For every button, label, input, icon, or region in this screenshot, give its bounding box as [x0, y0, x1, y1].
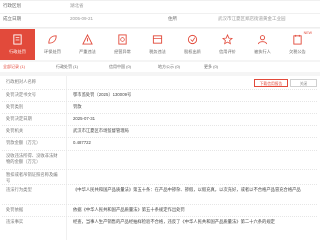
detail-row: 违法行为类型 《中华人民共和国产品质量法》第五十条：在产品中掺杂、掺假，以假充真…: [2, 184, 317, 205]
row-label: 违法行为类型: [6, 187, 32, 192]
new-badge: NEW: [303, 31, 312, 35]
filter-credit-china[interactable]: 信用中国 (0): [109, 64, 131, 70]
person-icon: [257, 35, 268, 45]
detail-row: 没收违法所得、没收非法财物的金额（万元）: [2, 150, 317, 170]
tab-equity-pledge[interactable]: 股权出质: [175, 29, 210, 60]
tab-serious-violation[interactable]: 严重违法: [70, 29, 105, 60]
address-label: 住所: [168, 16, 177, 21]
tab-label: 行政处罚: [9, 49, 26, 54]
row-label: 违法事实: [6, 219, 24, 224]
tab-label: 经营异常: [114, 49, 131, 54]
download-report-button[interactable]: 下载信用报告: [254, 79, 288, 87]
row-value: 依据《中华人民共和国产品质量法》第五十条规定作出处罚: [73, 207, 185, 212]
filter-all[interactable]: 全部记录 (1): [3, 64, 25, 70]
detail-row: 违法事实 经查，当事人生产销售的产品经抽样检验不合格，违反了《中华人民共和国产品…: [2, 216, 317, 240]
region-label: 行政区划: [3, 3, 21, 8]
region-value: 湖北省: [70, 3, 84, 8]
row-label: 处罚机关: [6, 128, 24, 133]
company-info-header: 行政区划 湖北省 成立日期 2005-09-21 住所 武汉市江夏区郑店街道黄金…: [0, 0, 320, 28]
tab-label: 信用评价: [219, 49, 236, 54]
row-value: 0.487722: [73, 140, 91, 145]
penalty-detail-panel: 行政相对人名称 下载信用报告 关闭 处罚决定书文号 鄂市监处罚〔2025〕130…: [0, 76, 320, 240]
tab-business-abnormal[interactable]: 经营异常: [105, 29, 140, 60]
info-row-2: 成立日期 2005-09-21 住所 武汉市江夏区郑店街道黄金工业园: [0, 13, 320, 27]
established-date-label: 成立日期: [3, 16, 21, 21]
tab-label: 被执行人: [254, 49, 271, 54]
row-value: 经查，当事人生产销售的产品经抽样检验不合格，违反了《中华人民共和国产品质量法》第…: [73, 219, 275, 224]
warning-icon: [82, 34, 93, 45]
row-label: 处罚决定书文号: [6, 92, 37, 97]
close-button[interactable]: 关闭: [290, 79, 317, 87]
tab-credit-rating[interactable]: 信用评价: [210, 29, 245, 60]
risk-category-tabs: 行政处罚 环保处罚 严重违法 经营异常 税务违法 股权出质 信用评价 被执行人 …: [0, 29, 320, 60]
tab-label: 股权出质: [184, 49, 201, 54]
detail-row: 行政相对人名称 下载信用报告 关闭: [2, 76, 317, 90]
document-icon: [118, 34, 127, 45]
filter-more[interactable]: 更多 (0): [204, 64, 218, 70]
record-filter-bar: 全部记录 (1) 行政处罚 (1) 信用中国 (0) 地方公示 (0) 更多 (…: [0, 62, 320, 72]
filter-local[interactable]: 地方公示 (0): [158, 64, 180, 70]
star-icon: [222, 34, 233, 45]
row-value: 罚款: [73, 104, 82, 109]
established-date-value: 2005-09-21: [70, 16, 94, 21]
row-label: 行政相对人名称: [6, 79, 37, 84]
row-value: 武汉市江夏区市场监督管理局: [73, 128, 129, 133]
detail-row: 罚款金额（万元） 0.487722: [2, 137, 317, 151]
row-label: 处罚依据: [6, 207, 24, 212]
penalty-icon: [13, 34, 22, 45]
leaf-icon: [48, 35, 57, 44]
row-value: 2025-07-31: [73, 116, 95, 121]
row-label: 没收违法所得、没收非法财物的金额（万元）: [6, 153, 58, 164]
tab-label: 欠税公告: [289, 49, 306, 54]
tab-environmental-penalty[interactable]: 环保处罚: [35, 29, 70, 60]
tab-tax-arrears-notice[interactable]: NEW 欠税公告: [280, 29, 315, 60]
tab-label: 税务违法: [149, 49, 166, 54]
tab-label: 严重违法: [79, 49, 96, 54]
detail-row: 暂扣或者吊销证照名称及编号: [2, 169, 317, 185]
address-value: 武汉市江夏区郑店街道黄金工业园: [218, 16, 286, 21]
row-value: 《中华人民共和国产品质量法》第五十条：在产品中掺杂、掺假，以假充真，以次充好，或…: [73, 187, 301, 192]
tab-administrative-penalty[interactable]: 行政处罚: [0, 29, 35, 60]
row-label: 处罚决定日期: [6, 116, 32, 121]
pledge-icon: [187, 34, 198, 45]
row-label: 罚款金额（万元）: [6, 140, 41, 145]
notice-icon: [293, 34, 302, 45]
row-label: 处罚类别: [6, 104, 24, 109]
tab-person-subject-to-enforcement[interactable]: 被执行人: [245, 29, 280, 60]
tab-label: 环保处罚: [44, 49, 61, 54]
row-value: 鄂市监处罚〔2025〕130009号: [73, 92, 132, 97]
filter-administrative[interactable]: 行政处罚 (1): [56, 64, 78, 70]
tab-tax-violation[interactable]: 税务违法: [140, 29, 175, 60]
row-label: 暂扣或者吊销证照名称及编号: [6, 172, 58, 183]
info-row-1: 行政区划 湖北省: [0, 0, 320, 14]
tax-icon: [152, 35, 163, 44]
